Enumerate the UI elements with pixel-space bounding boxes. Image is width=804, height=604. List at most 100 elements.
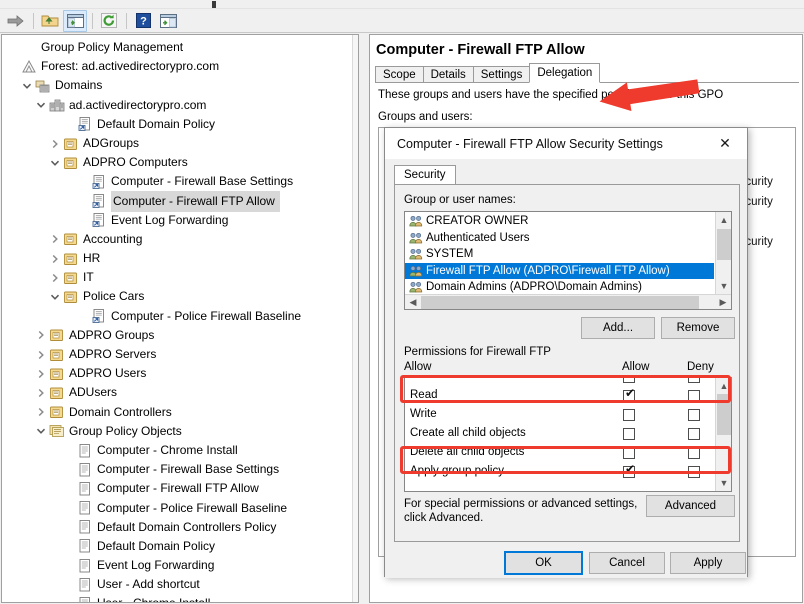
permission-deny-checkbox[interactable] [688,409,700,421]
tree-node[interactable]: Default Domain Policy [2,537,358,556]
chevron-right-icon[interactable] [34,405,48,419]
advanced-button[interactable]: Advanced [646,495,735,517]
group-list-item[interactable]: CREATOR OWNER [405,213,714,230]
chevron-right-icon[interactable] [48,271,62,285]
show-console-tree-icon[interactable] [63,10,87,32]
tree-node[interactable]: Computer - Firewall FTP Allow [2,192,358,211]
permission-row[interactable] [405,377,715,387]
ok-button[interactable]: OK [504,551,583,575]
forward-arrow-icon[interactable] [4,10,28,32]
tab-scope[interactable]: Scope [375,66,424,83]
permission-row[interactable]: Delete all child objects [405,444,715,463]
tree-node[interactable]: Domains [2,76,358,95]
tree-node[interactable]: Event Log Forwarding [2,211,358,230]
chevron-down-icon[interactable] [20,79,34,93]
chevron-down-icon[interactable] [48,156,62,170]
tree-node[interactable]: User - Chrome Install [2,594,358,603]
tree-node[interactable]: ADPRO Servers [2,345,358,364]
group-list-item[interactable]: Authenticated Users [405,230,714,247]
chevron-down-icon[interactable] [48,290,62,304]
scroll-thumb[interactable] [717,394,731,435]
tree-node[interactable]: ADGroups [2,134,358,153]
refresh-icon[interactable] [97,10,121,32]
tree-vertical-scrollbar[interactable] [352,35,358,602]
permission-deny-checkbox[interactable] [688,466,700,478]
tree-node[interactable]: Forest: ad.activedirectorypro.com [2,57,358,76]
tab-security[interactable]: Security [394,165,456,184]
permission-deny-checkbox[interactable] [688,377,700,383]
permission-row[interactable]: Read✔ [405,387,715,406]
group-list-item[interactable]: SYSTEM [405,246,714,263]
tree-node[interactable]: Computer - Firewall FTP Allow [2,479,358,498]
detail-tabstrip[interactable]: ScopeDetailsSettingsDelegation [375,64,599,83]
apply-button[interactable]: Apply [670,552,746,574]
menu-bar[interactable] [0,0,804,9]
scroll-thumb-horizontal[interactable] [421,296,699,309]
tree-node[interactable]: ad.activedirectorypro.com [2,96,358,115]
tab-settings[interactable]: Settings [473,66,531,83]
scroll-left-icon[interactable]: ◀ [405,295,421,310]
tree-node[interactable]: Computer - Firewall Base Settings [2,460,358,479]
group-list-item[interactable]: Firewall FTP Allow (ADPRO\Firewall FTP A… [405,263,714,280]
tree-node[interactable]: Accounting [2,230,358,249]
tree-node[interactable]: HR [2,249,358,268]
tree-node[interactable]: Default Domain Controllers Policy [2,518,358,537]
permission-row[interactable]: Write [405,406,715,425]
tree-node[interactable]: Computer - Police Firewall Baseline [2,499,358,518]
close-icon[interactable]: ✕ [703,128,747,159]
tree-node[interactable]: ADPRO Computers [2,153,358,172]
scroll-up-icon[interactable]: ▲ [716,212,732,228]
permission-allow-checkbox[interactable] [623,409,635,421]
permission-allow-checkbox[interactable]: ✔ [623,466,635,478]
add-button[interactable]: Add... [581,317,655,339]
tree-node[interactable]: Police Cars [2,287,358,306]
tree-node[interactable]: User - Add shortcut [2,575,358,594]
permission-row[interactable]: Apply group policy✔ [405,463,715,482]
help-icon[interactable]: ? [131,10,155,32]
permissions-list[interactable]: Read✔WriteCreate all child objectsDelete… [404,377,732,492]
permission-deny-checkbox[interactable] [688,428,700,440]
dialog-tabstrip[interactable]: Security [394,165,456,184]
tab-delegation[interactable]: Delegation [529,63,600,83]
permission-allow-checkbox[interactable]: ✔ [623,390,635,402]
group-list-horizontal-scrollbar[interactable]: ◀ ▶ [405,294,731,309]
show-action-pane-icon[interactable] [156,10,180,32]
remove-button[interactable]: Remove [661,317,735,339]
permission-allow-checkbox[interactable] [623,447,635,459]
scroll-down-icon[interactable]: ▼ [716,475,732,491]
scroll-up-icon[interactable]: ▲ [716,378,732,394]
tree-node[interactable]: ADPRO Users [2,364,358,383]
console-tree[interactable]: Group Policy ManagementForest: ad.active… [2,35,358,603]
chevron-right-icon[interactable] [48,232,62,246]
tree-node[interactable]: Computer - Firewall Base Settings [2,172,358,191]
permission-allow-checkbox[interactable] [623,428,635,440]
chevron-down-icon[interactable] [34,424,48,438]
scroll-down-icon[interactable]: ▼ [716,278,732,294]
chevron-right-icon[interactable] [48,252,62,266]
tree-node[interactable]: Group Policy Management [2,38,358,57]
cancel-button[interactable]: Cancel [589,552,665,574]
tree-node[interactable]: ADPRO Groups [2,326,358,345]
scroll-thumb[interactable] [717,229,731,260]
chevron-right-icon[interactable] [34,328,48,342]
permission-row[interactable]: Create all child objects [405,425,715,444]
up-folder-icon[interactable] [38,10,62,32]
chevron-down-icon[interactable] [34,98,48,112]
tree-node[interactable]: Default Domain Policy [2,115,358,134]
tab-details[interactable]: Details [423,66,474,83]
chevron-right-icon[interactable] [34,348,48,362]
permission-deny-checkbox[interactable] [688,447,700,459]
tree-node[interactable]: Group Policy Objects [2,422,358,441]
tree-node[interactable]: IT [2,268,358,287]
permissions-vertical-scrollbar[interactable]: ▲ ▼ [715,378,731,491]
panel-splitter[interactable] [362,34,369,603]
tree-node[interactable]: Event Log Forwarding [2,556,358,575]
chevron-right-icon[interactable] [34,386,48,400]
group-list-vertical-scrollbar[interactable]: ▲ ▼ [715,212,731,294]
tree-node[interactable]: Domain Controllers [2,403,358,422]
tree-node[interactable]: Computer - Police Firewall Baseline [2,307,358,326]
tree-node[interactable]: ADUsers [2,383,358,402]
group-or-user-names-list[interactable]: CREATOR OWNERAuthenticated UsersSYSTEMFi… [404,211,732,310]
tree-node[interactable]: Computer - Chrome Install [2,441,358,460]
chevron-right-icon[interactable] [34,367,48,381]
